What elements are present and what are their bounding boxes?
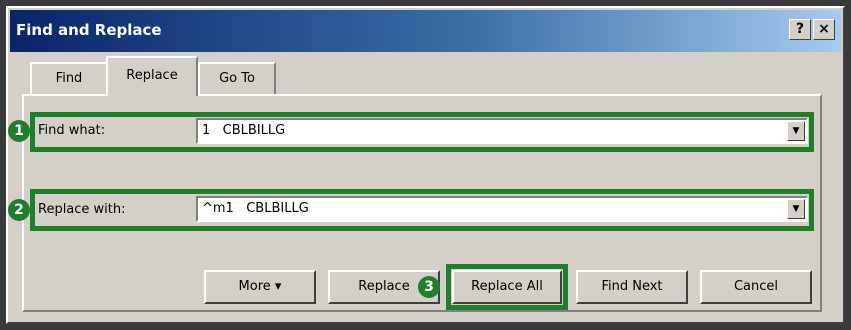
find-what-label: Find what: xyxy=(38,123,106,138)
chevron-down-icon[interactable]: ▼ xyxy=(787,121,805,141)
tab-go-to[interactable]: Go To xyxy=(198,62,276,94)
find-what-value: 1 CBLBILLG xyxy=(202,123,286,138)
replace-with-label: Replace with: xyxy=(38,202,126,217)
title-bar: Find and Replace ? × xyxy=(10,10,841,52)
annotation-badge-2: 2 xyxy=(8,199,30,221)
help-button[interactable]: ? xyxy=(789,19,811,40)
replace-with-value: ^m1 CBLBILLG xyxy=(202,201,309,216)
annotation-badge-3: 3 xyxy=(418,276,440,298)
find-next-button[interactable]: Find Next xyxy=(576,270,688,304)
chevron-down-icon[interactable]: ▼ xyxy=(787,199,805,219)
tab-find[interactable]: Find xyxy=(30,62,108,94)
replace-all-button[interactable]: Replace All xyxy=(452,270,562,304)
replace-with-field[interactable]: ^m1 CBLBILLG ▼ xyxy=(196,196,808,222)
close-button[interactable]: × xyxy=(813,19,835,40)
dialog-title: Find and Replace xyxy=(16,21,162,39)
annotation-badge-1: 1 xyxy=(8,120,30,142)
find-what-field[interactable]: 1 CBLBILLG ▼ xyxy=(196,118,808,144)
tab-replace[interactable]: Replace xyxy=(106,56,198,96)
more-button[interactable]: More ▾ xyxy=(204,270,316,304)
cancel-button[interactable]: Cancel xyxy=(700,270,812,304)
